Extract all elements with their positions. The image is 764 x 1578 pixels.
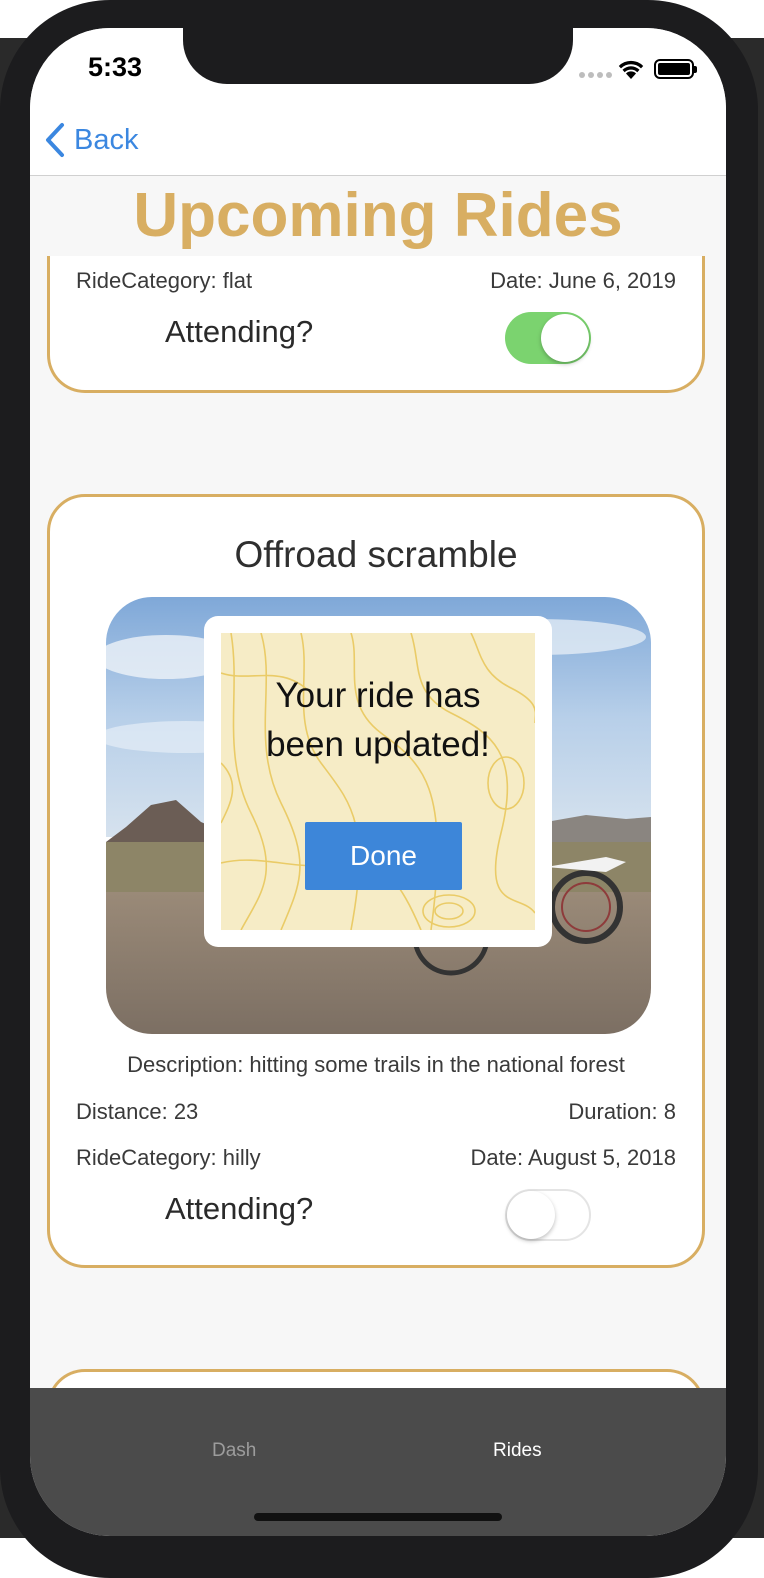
tab-dash[interactable]: Dash <box>212 1440 256 1462</box>
ride-date: Date: June 6, 2019 <box>490 268 676 293</box>
tab-bar: Dash Rides <box>30 1388 726 1536</box>
ride-distance: Distance: 23 <box>76 1099 199 1124</box>
chevron-left-icon <box>46 123 64 157</box>
cellular-signal-icon <box>579 72 612 78</box>
navigation-bar: Back <box>30 112 726 176</box>
notch <box>183 28 573 84</box>
ride-updated-dialog: Your ride has been updated! Done <box>204 616 552 947</box>
back-button[interactable]: Back <box>44 122 138 158</box>
ride-description: Description: hitting some trails in the … <box>127 1052 625 1077</box>
ride-category: RideCategory: flat <box>76 268 253 293</box>
status-time: 5:33 <box>88 52 143 82</box>
screen: 5:33 Back RideCategory: flat Date: June … <box>30 28 726 1536</box>
ride-date: Date: August 5, 2018 <box>470 1145 677 1170</box>
ride-title: Offroad scramble <box>234 534 518 575</box>
dialog-message: Your ride has been updated! <box>221 671 535 769</box>
phone-frame: 5:33 Back RideCategory: flat Date: June … <box>0 0 758 1578</box>
dialog-background: Your ride has been updated! Done <box>221 633 535 930</box>
dialog-message-line1: Your ride has <box>275 676 481 715</box>
dialog-message-line2: been updated! <box>266 725 490 764</box>
toggle-knob <box>507 1191 555 1239</box>
attending-label: Attending? <box>165 314 314 349</box>
done-button[interactable]: Done <box>305 822 462 890</box>
attending-label: Attending? <box>165 1191 314 1226</box>
wifi-icon <box>618 60 644 79</box>
back-label: Back <box>74 123 139 156</box>
ride-duration: Duration: 8 <box>568 1099 676 1124</box>
tab-rides[interactable]: Rides <box>493 1440 542 1462</box>
page-title: Upcoming Rides <box>30 176 726 256</box>
ride-category: RideCategory: hilly <box>76 1145 261 1170</box>
attending-toggle[interactable] <box>505 1189 591 1241</box>
battery-icon <box>654 59 697 79</box>
home-indicator <box>254 1513 502 1521</box>
attending-toggle[interactable] <box>505 312 591 364</box>
toggle-knob <box>541 314 589 362</box>
